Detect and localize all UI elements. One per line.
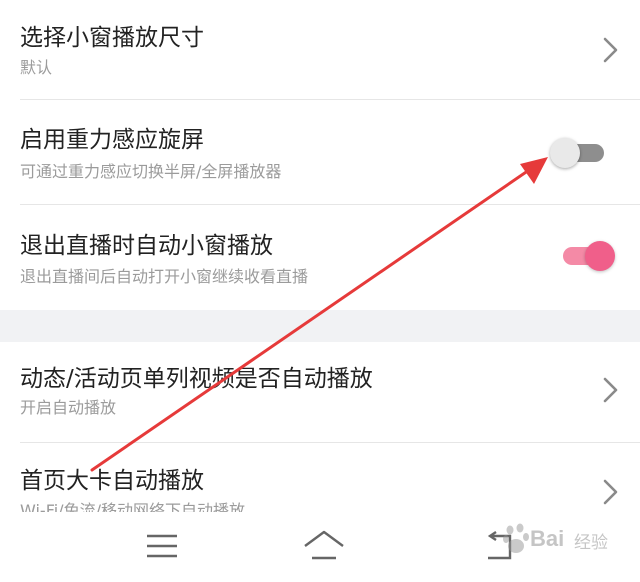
exit-live-pip-toggle[interactable] [555,241,615,271]
setting-row-pip-size[interactable]: 选择小窗播放尺寸 默认 [0,0,640,100]
setting-row-home-card-autoplay[interactable]: 首页大卡自动播放 Wi-Fi/免流/移动网络下自动播放 [0,443,640,512]
setting-title: 首页大卡自动播放 [20,468,204,494]
gravity-rotate-toggle[interactable] [550,138,606,168]
setting-title: 退出直播时自动小窗播放 [20,233,273,259]
setting-title: 选择小窗播放尺寸 [20,25,204,51]
setting-subtitle: 退出直播间后自动打开小窗继续收看直播 [20,267,309,286]
watermark-sub: 经验 [574,533,608,553]
setting-subtitle: 可通过重力感应切换半屏/全屏播放器 [20,162,282,181]
home-icon[interactable] [302,526,346,566]
chevron-right-icon [603,37,618,63]
setting-row-feed-autoplay[interactable]: 动态/活动页单列视频是否自动播放 开启自动播放 [0,342,640,443]
setting-row-gravity-rotate: 启用重力感应旋屏 可通过重力感应切换半屏/全屏播放器 [0,100,640,205]
setting-subtitle: 开启自动播放 [20,398,117,417]
chevron-right-icon [603,377,618,403]
baidu-jingyan-watermark: Bai 经验 [502,518,622,562]
setting-title: 动态/活动页单列视频是否自动播放 [20,366,373,392]
settings-screen: 选择小窗播放尺寸 默认 启用重力感应旋屏 可通过重力感应切换半屏/全屏播放器 退… [0,0,640,582]
setting-title: 启用重力感应旋屏 [20,127,204,153]
menu-icon[interactable] [140,526,184,566]
toggle-knob [550,138,580,168]
paw-logo-icon [503,523,529,553]
watermark-brand: Bai [530,526,565,551]
setting-row-exit-live-pip: 退出直播时自动小窗播放 退出直播间后自动打开小窗继续收看直播 [0,205,640,310]
chevron-right-icon [603,479,618,505]
setting-subtitle: Wi-Fi/免流/移动网络下自动播放 [20,501,245,513]
setting-subtitle: 默认 [20,58,53,77]
section-separator [0,310,640,342]
toggle-knob [585,241,615,271]
